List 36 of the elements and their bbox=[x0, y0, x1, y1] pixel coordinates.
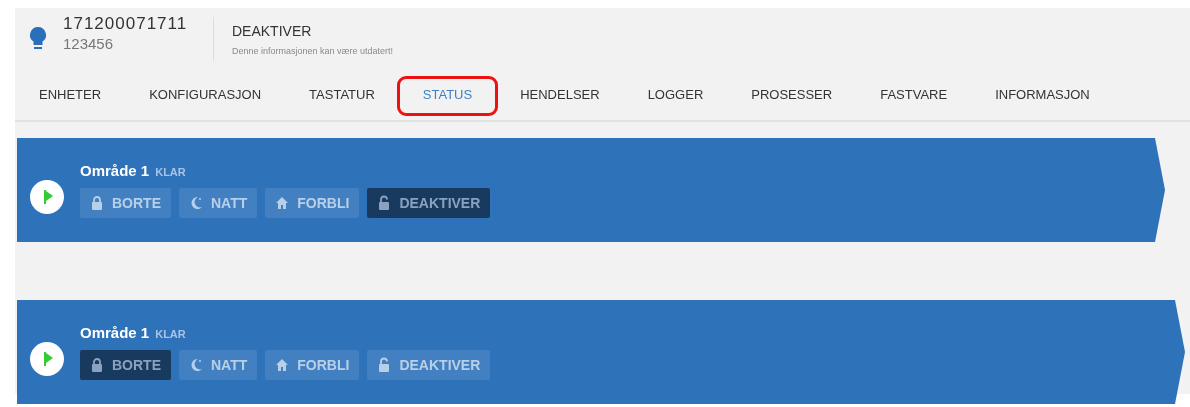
tab[interactable]: FASTVARE bbox=[856, 70, 972, 118]
moon-icon bbox=[189, 357, 203, 373]
tab[interactable]: INFORMASJON bbox=[971, 70, 1114, 118]
mode-button[interactable]: BORTE bbox=[80, 350, 171, 380]
moon-icon bbox=[189, 195, 203, 211]
unlock-icon bbox=[377, 357, 392, 373]
lock-icon bbox=[90, 357, 104, 373]
tab[interactable]: PROSESSER bbox=[727, 70, 857, 118]
tab[interactable]: STATUS bbox=[398, 70, 497, 118]
mode-button[interactable]: FORBLI bbox=[265, 188, 360, 218]
tab[interactable]: TASTATUR bbox=[285, 70, 399, 118]
mode-button[interactable]: DEAKTIVER bbox=[367, 188, 491, 218]
home-icon bbox=[275, 357, 290, 373]
area-name: Område 1 bbox=[80, 324, 150, 341]
device-id: 171200071711 bbox=[63, 17, 189, 29]
mode-button[interactable]: DEAKTIVER bbox=[367, 350, 491, 380]
mode-button[interactable]: FORBLI bbox=[265, 350, 360, 380]
area-name: Område 1 bbox=[80, 162, 150, 179]
lock-icon bbox=[90, 195, 104, 211]
tab[interactable]: HENDELSER bbox=[496, 70, 624, 118]
flag-icon bbox=[30, 342, 64, 376]
home-icon bbox=[275, 195, 290, 211]
mode-button[interactable]: BORTE bbox=[80, 188, 171, 218]
tab[interactable]: KONFIGURASJON bbox=[125, 70, 286, 118]
area-state: KLAR bbox=[155, 166, 186, 178]
lightbulb-icon bbox=[29, 26, 47, 52]
unlock-icon bbox=[377, 195, 392, 211]
flag-icon bbox=[30, 180, 64, 214]
mode-button[interactable]: NATT bbox=[179, 188, 258, 218]
mode-button[interactable]: NATT bbox=[179, 350, 258, 380]
device-code: 123456 bbox=[63, 35, 115, 52]
status-note: Denne informasjonen kan være utdatert! bbox=[232, 46, 394, 56]
area-state: KLAR bbox=[155, 328, 186, 340]
tab[interactable]: ENHETER bbox=[15, 70, 126, 118]
tab[interactable]: LOGGER bbox=[623, 70, 728, 118]
status-label: DEAKTIVER bbox=[232, 23, 312, 39]
